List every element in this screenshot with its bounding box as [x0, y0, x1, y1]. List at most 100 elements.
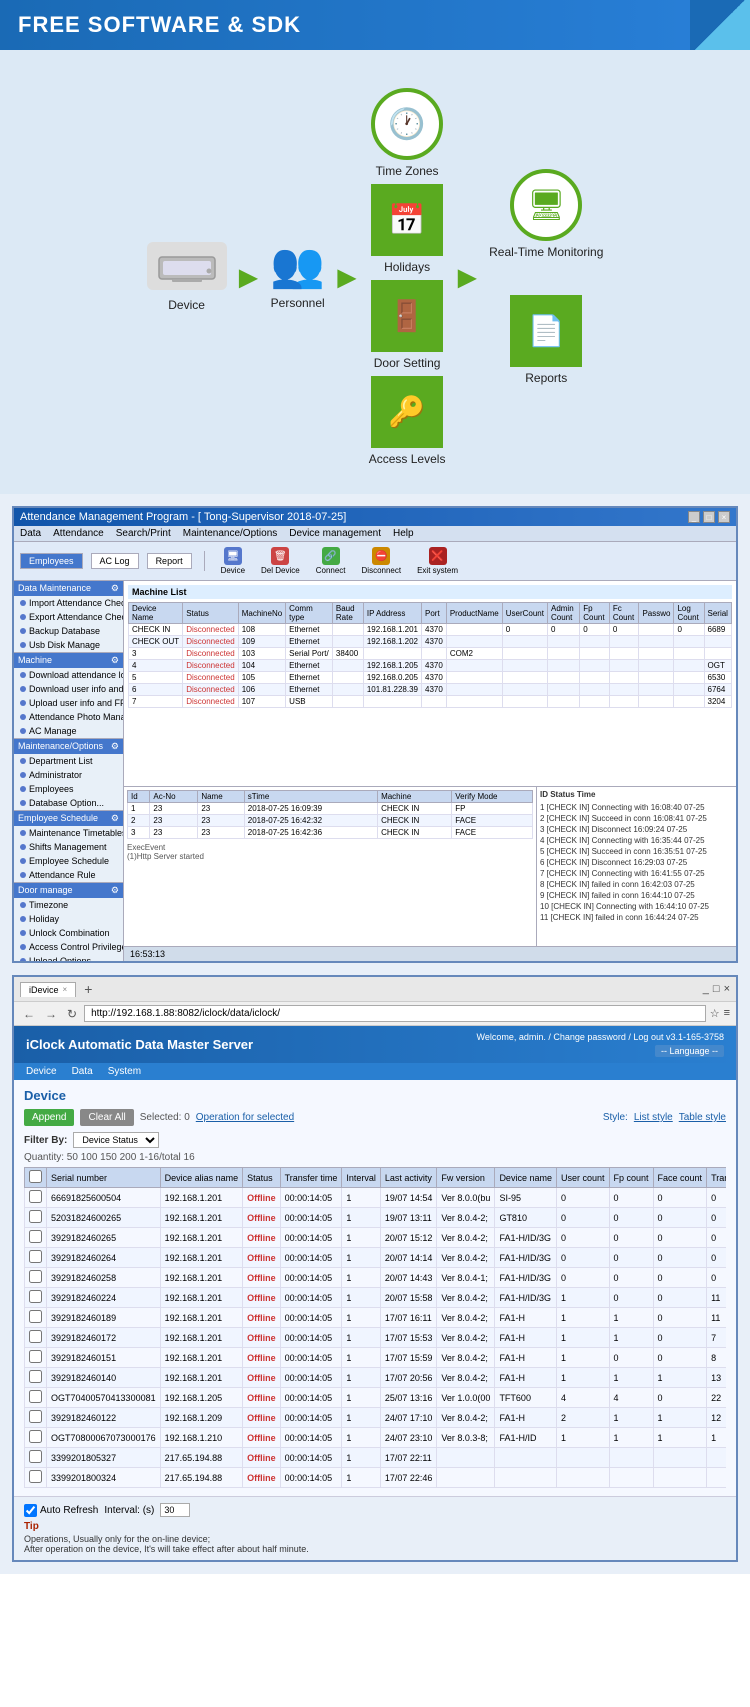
iclock-cb-9[interactable] [25, 1368, 47, 1388]
select-all-cb[interactable] [29, 1170, 42, 1183]
sidebar-access-priv[interactable]: Access Control Privilege [14, 940, 123, 954]
iclock-cb-4[interactable] [25, 1268, 47, 1288]
sidebar-import[interactable]: Import Attendance Checking Data [14, 596, 123, 610]
machine-row-1[interactable]: CHECK OUTDisconnected109Ethernet192.168.… [129, 636, 732, 648]
style-table[interactable]: Table style [679, 1112, 726, 1123]
iclock-row-11[interactable]: 3929182460122192.168.1.209Offline00:00:1… [25, 1408, 727, 1428]
sidebar-maintenance-header[interactable]: Maintenance/Options ⚙ [14, 739, 123, 754]
btn-device[interactable]: 🖥 Device [217, 545, 249, 577]
iclock-row-1[interactable]: 52031824600265192.168.1.201Offline00:00:… [25, 1208, 727, 1228]
sidebar-holiday[interactable]: Holiday [14, 912, 123, 926]
nav-refresh-btn[interactable]: ↻ [64, 1006, 80, 1022]
btn-exit-system[interactable]: ❌ Exit system [413, 545, 462, 577]
sidebar-shifts[interactable]: Shifts Management [14, 840, 123, 854]
sidebar-db-option[interactable]: Database Option... [14, 796, 123, 810]
iclock-cb-11[interactable] [25, 1408, 47, 1428]
maximize-btn[interactable]: □ [703, 511, 715, 523]
sidebar-data-header[interactable]: Data Maintenance ⚙ [14, 581, 123, 596]
iclock-row-2[interactable]: 3929182460265192.168.1.201Offline00:00:1… [25, 1228, 727, 1248]
iclock-cb-1[interactable] [25, 1208, 47, 1228]
sidebar-timetables[interactable]: Maintenance Timetables [14, 826, 123, 840]
menu-data[interactable]: Data [20, 528, 41, 539]
log-row-2[interactable]: 323232018-07-25 16:42:36CHECK INFACE [128, 827, 533, 839]
iclock-row-3[interactable]: 3929182460264192.168.1.201Offline00:00:1… [25, 1248, 727, 1268]
iclock-row-7[interactable]: 3929182460172192.168.1.201Offline00:00:1… [25, 1328, 727, 1348]
iclock-row-13[interactable]: 3399201805327217.65.194.88Offline00:00:1… [25, 1448, 727, 1468]
machine-row-3[interactable]: 4Disconnected104Ethernet192.168.1.205437… [129, 660, 732, 672]
iclock-cb-14[interactable] [25, 1468, 47, 1488]
sidebar-download-user[interactable]: Download user info and Fp [14, 682, 123, 696]
clear-all-btn[interactable]: Clear All [80, 1109, 133, 1126]
iclock-cb-7[interactable] [25, 1328, 47, 1348]
sidebar-unlock[interactable]: Unlock Combination [14, 926, 123, 940]
iclock-row-14[interactable]: 3399201800324217.65.194.88Offline00:00:1… [25, 1468, 727, 1488]
sidebar-photo-mgmt[interactable]: Attendance Photo Management [14, 710, 123, 724]
browser-url-input[interactable] [84, 1005, 706, 1022]
browser-maximize[interactable]: □ [713, 983, 720, 995]
menu-maintenance[interactable]: Maintenance/Options [183, 528, 278, 539]
sidebar-schedule-header[interactable]: Employee Schedule ⚙ [14, 811, 123, 826]
sidebar-upload-user[interactable]: Upload user info and FP [14, 696, 123, 710]
iclock-cb-0[interactable] [25, 1188, 47, 1208]
star-icon[interactable]: ☆ [710, 1007, 720, 1020]
machine-row-5[interactable]: 6Disconnected106Ethernet101.81.228.39437… [129, 684, 732, 696]
nav-data[interactable]: Data [72, 1066, 93, 1077]
browser-close[interactable]: × [724, 983, 730, 995]
iclock-row-12[interactable]: OGT70800067073000176192.168.1.210Offline… [25, 1428, 727, 1448]
machine-row-4[interactable]: 5Disconnected105Ethernet192.168.0.205437… [129, 672, 732, 684]
menu-search-print[interactable]: Search/Print [116, 528, 171, 539]
btn-connect[interactable]: 🔗 Connect [312, 545, 350, 577]
log-row-0[interactable]: 123232018-07-25 16:09:39CHECK INFP [128, 803, 533, 815]
iclock-cb-3[interactable] [25, 1248, 47, 1268]
auto-refresh-cb[interactable] [24, 1504, 37, 1517]
minimize-btn[interactable]: _ [688, 511, 700, 523]
sidebar-backup[interactable]: Backup Database [14, 624, 123, 638]
iclock-cb-12[interactable] [25, 1428, 47, 1448]
tab-report[interactable]: Report [147, 553, 192, 569]
language-btn[interactable]: -- Language -- [655, 1045, 724, 1057]
style-list[interactable]: List style [634, 1112, 673, 1123]
sidebar-usb[interactable]: Usb Disk Manage [14, 638, 123, 652]
menu-help[interactable]: Help [393, 528, 414, 539]
iclock-row-6[interactable]: 3929182460189192.168.1.201Offline00:00:1… [25, 1308, 727, 1328]
sidebar-emp-schedule[interactable]: Employee Schedule [14, 854, 123, 868]
nav-back-btn[interactable]: ← [20, 1006, 38, 1022]
browser-minimize[interactable]: _ [703, 983, 709, 995]
menu-icon[interactable]: ≡ [724, 1007, 730, 1020]
iclock-cb-6[interactable] [25, 1308, 47, 1328]
append-btn[interactable]: Append [24, 1109, 74, 1126]
filter-select[interactable]: Device Status [73, 1132, 159, 1148]
sidebar-ac-manage[interactable]: AC Manage [14, 724, 123, 738]
browser-tab-close-icon[interactable]: × [63, 985, 68, 994]
sidebar-door-header[interactable]: Door manage ⚙ [14, 883, 123, 898]
browser-tab-device[interactable]: iDevice × [20, 982, 76, 997]
new-tab-icon[interactable]: + [80, 981, 96, 997]
sidebar-download-logs[interactable]: Download attendance logs [14, 668, 123, 682]
iclock-row-10[interactable]: OGT70400570413300081192.168.1.205Offline… [25, 1388, 727, 1408]
tab-ac-log[interactable]: AC Log [91, 553, 139, 569]
iclock-row-0[interactable]: 66691825600504192.168.1.201Offline00:00:… [25, 1188, 727, 1208]
iclock-row-5[interactable]: 3929182460224192.168.1.201Offline00:00:1… [25, 1288, 727, 1308]
sidebar-employees[interactable]: Employees [14, 782, 123, 796]
sidebar-machine-header[interactable]: Machine ⚙ [14, 653, 123, 668]
sidebar-admin[interactable]: Administrator [14, 768, 123, 782]
iclock-row-8[interactable]: 3929182460151192.168.1.201Offline00:00:1… [25, 1348, 727, 1368]
machine-row-0[interactable]: CHECK INDisconnected108Ethernet192.168.1… [129, 624, 732, 636]
machine-row-2[interactable]: 3Disconnected103Serial Port/38400COM2 [129, 648, 732, 660]
interval-input[interactable] [160, 1503, 190, 1517]
nav-forward-btn[interactable]: → [42, 1006, 60, 1022]
nav-device[interactable]: Device [26, 1066, 57, 1077]
iclock-row-9[interactable]: 3929182460140192.168.1.201Offline00:00:1… [25, 1368, 727, 1388]
sidebar-export[interactable]: Export Attendance Checking Data [14, 610, 123, 624]
iclock-cb-10[interactable] [25, 1388, 47, 1408]
btn-disconnect[interactable]: ⛔ Disconnect [358, 545, 406, 577]
tab-employees[interactable]: Employees [20, 553, 83, 569]
nav-system[interactable]: System [108, 1066, 141, 1077]
log-row-1[interactable]: 223232018-07-25 16:42:32CHECK INFACE [128, 815, 533, 827]
iclock-cb-5[interactable] [25, 1288, 47, 1308]
menu-attendance[interactable]: Attendance [53, 528, 104, 539]
iclock-cb-13[interactable] [25, 1448, 47, 1468]
sidebar-att-rule[interactable]: Attendance Rule [14, 868, 123, 882]
iclock-row-4[interactable]: 3929182460258192.168.1.201Offline00:00:1… [25, 1268, 727, 1288]
iclock-cb-8[interactable] [25, 1348, 47, 1368]
